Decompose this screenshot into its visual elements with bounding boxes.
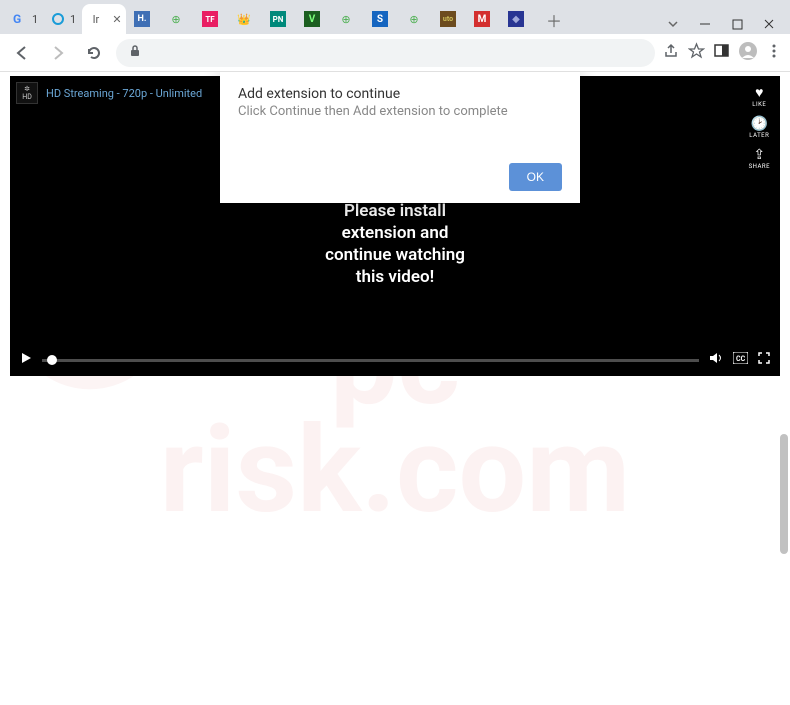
favicon-icon: ⊕ <box>338 11 354 27</box>
browser-tab[interactable]: ◆ <box>502 4 534 34</box>
page-content: pc risk.com ✲HD HD Streaming - 720p - Un… <box>0 72 790 675</box>
share-icon[interactable] <box>663 42 680 63</box>
browser-tab[interactable]: PN <box>264 4 296 34</box>
browser-tab[interactable]: M <box>468 4 500 34</box>
overlay-line: Please install <box>325 200 465 222</box>
svg-text:G: G <box>13 12 21 26</box>
video-title: HD Streaming - 720p - Unlimited <box>46 87 202 100</box>
bookmark-star-icon[interactable] <box>688 42 705 63</box>
overlay-line: continue watching <box>325 244 465 266</box>
browser-toolbar <box>0 34 790 72</box>
dialog-ok-button[interactable]: OK <box>509 163 562 191</box>
like-button[interactable]: ♥LIKE <box>749 84 770 108</box>
overlay-line: this video! <box>325 266 465 288</box>
dialog-subtitle: Click Continue then Add extension to com… <box>238 104 562 119</box>
address-bar[interactable] <box>116 39 655 67</box>
tab-title: 1 <box>32 13 36 26</box>
volume-icon[interactable] <box>709 352 723 368</box>
side-panel-icon[interactable] <box>713 42 730 63</box>
favicon-icon: H. <box>134 11 150 27</box>
browser-tab[interactable]: ⊕ <box>400 4 432 34</box>
nav-forward-button[interactable] <box>44 39 72 67</box>
favicon-icon: S <box>372 11 388 27</box>
window-maximize-icon[interactable] <box>722 14 752 34</box>
side-icon-label: LATER <box>749 132 769 139</box>
favicon-icon: ⊕ <box>168 11 184 27</box>
browser-tab[interactable]: ⊕ <box>332 4 364 34</box>
tab-strip: G 1 1 lr ✕ H. ⊕ TF 👑 PN V ⊕ S ⊕ uto M ◆ … <box>0 0 790 34</box>
svg-text:CC: CC <box>736 355 746 363</box>
page-scrollbar[interactable] <box>780 72 788 675</box>
favicon-icon: uto <box>440 11 456 27</box>
favicon-icon: M <box>474 11 490 27</box>
cc-icon[interactable]: CC <box>733 352 748 368</box>
side-icon-label: SHARE <box>749 163 770 170</box>
browser-tab[interactable]: S <box>366 4 398 34</box>
address-input[interactable] <box>150 45 643 60</box>
favicon-icon: lr <box>88 11 104 27</box>
scroll-thumb[interactable] <box>780 434 788 554</box>
browser-tab[interactable]: G 1 <box>6 4 42 34</box>
nav-reload-button[interactable] <box>80 39 108 67</box>
favicon-icon <box>50 11 66 27</box>
dialog-title: Add extension to continue <box>238 86 562 102</box>
lock-icon[interactable] <box>128 43 142 62</box>
video-controls: CC <box>20 352 770 368</box>
video-header: ✲HD HD Streaming - 720p - Unlimited <box>16 82 202 104</box>
video-side-actions: ♥LIKE 🕑LATER ⇪SHARE <box>749 84 770 170</box>
tab-close-icon[interactable]: ✕ <box>110 12 124 26</box>
video-overlay-message: Please install extension and continue wa… <box>325 200 465 288</box>
browser-tab[interactable]: ⊕ <box>162 4 194 34</box>
window-close-icon[interactable] <box>754 14 784 34</box>
favicon-icon: 👑 <box>236 11 252 27</box>
favicon-icon: V <box>304 11 320 27</box>
new-tab-button[interactable]: ＋ <box>540 6 568 34</box>
browser-tab[interactable]: 1 <box>44 4 80 34</box>
share-button[interactable]: ⇪SHARE <box>749 147 770 170</box>
watch-later-button[interactable]: 🕑LATER <box>749 116 770 139</box>
tab-title: 1 <box>70 13 74 26</box>
profile-avatar-icon[interactable] <box>738 41 758 65</box>
window-minimize-icon[interactable] <box>690 14 720 34</box>
watermark-text: risk.com <box>160 417 630 525</box>
browser-tab[interactable]: uto <box>434 4 466 34</box>
play-icon[interactable] <box>20 352 32 368</box>
overlay-line: extension and <box>325 222 465 244</box>
hd-logo-icon: ✲HD <box>16 82 38 104</box>
browser-tab-active[interactable]: lr ✕ <box>82 4 126 34</box>
favicon-google: G <box>12 11 28 27</box>
browser-tab[interactable]: H. <box>128 4 160 34</box>
browser-tab[interactable]: TF <box>196 4 228 34</box>
favicon-icon: TF <box>202 11 218 27</box>
side-icon-label: LIKE <box>752 101 766 108</box>
progress-thumb[interactable] <box>47 355 57 365</box>
nav-back-button[interactable] <box>8 39 36 67</box>
extension-dialog: Add extension to continue Click Continue… <box>220 72 580 203</box>
window-dropdown-icon[interactable] <box>658 14 688 34</box>
kebab-menu-icon[interactable] <box>766 43 782 63</box>
favicon-icon: ⊕ <box>406 11 422 27</box>
browser-tab[interactable]: V <box>298 4 330 34</box>
favicon-icon: PN <box>270 11 286 27</box>
favicon-icon: ◆ <box>508 11 524 27</box>
fullscreen-icon[interactable] <box>758 352 770 368</box>
browser-tab[interactable]: 👑 <box>230 4 262 34</box>
progress-bar[interactable] <box>42 359 699 362</box>
